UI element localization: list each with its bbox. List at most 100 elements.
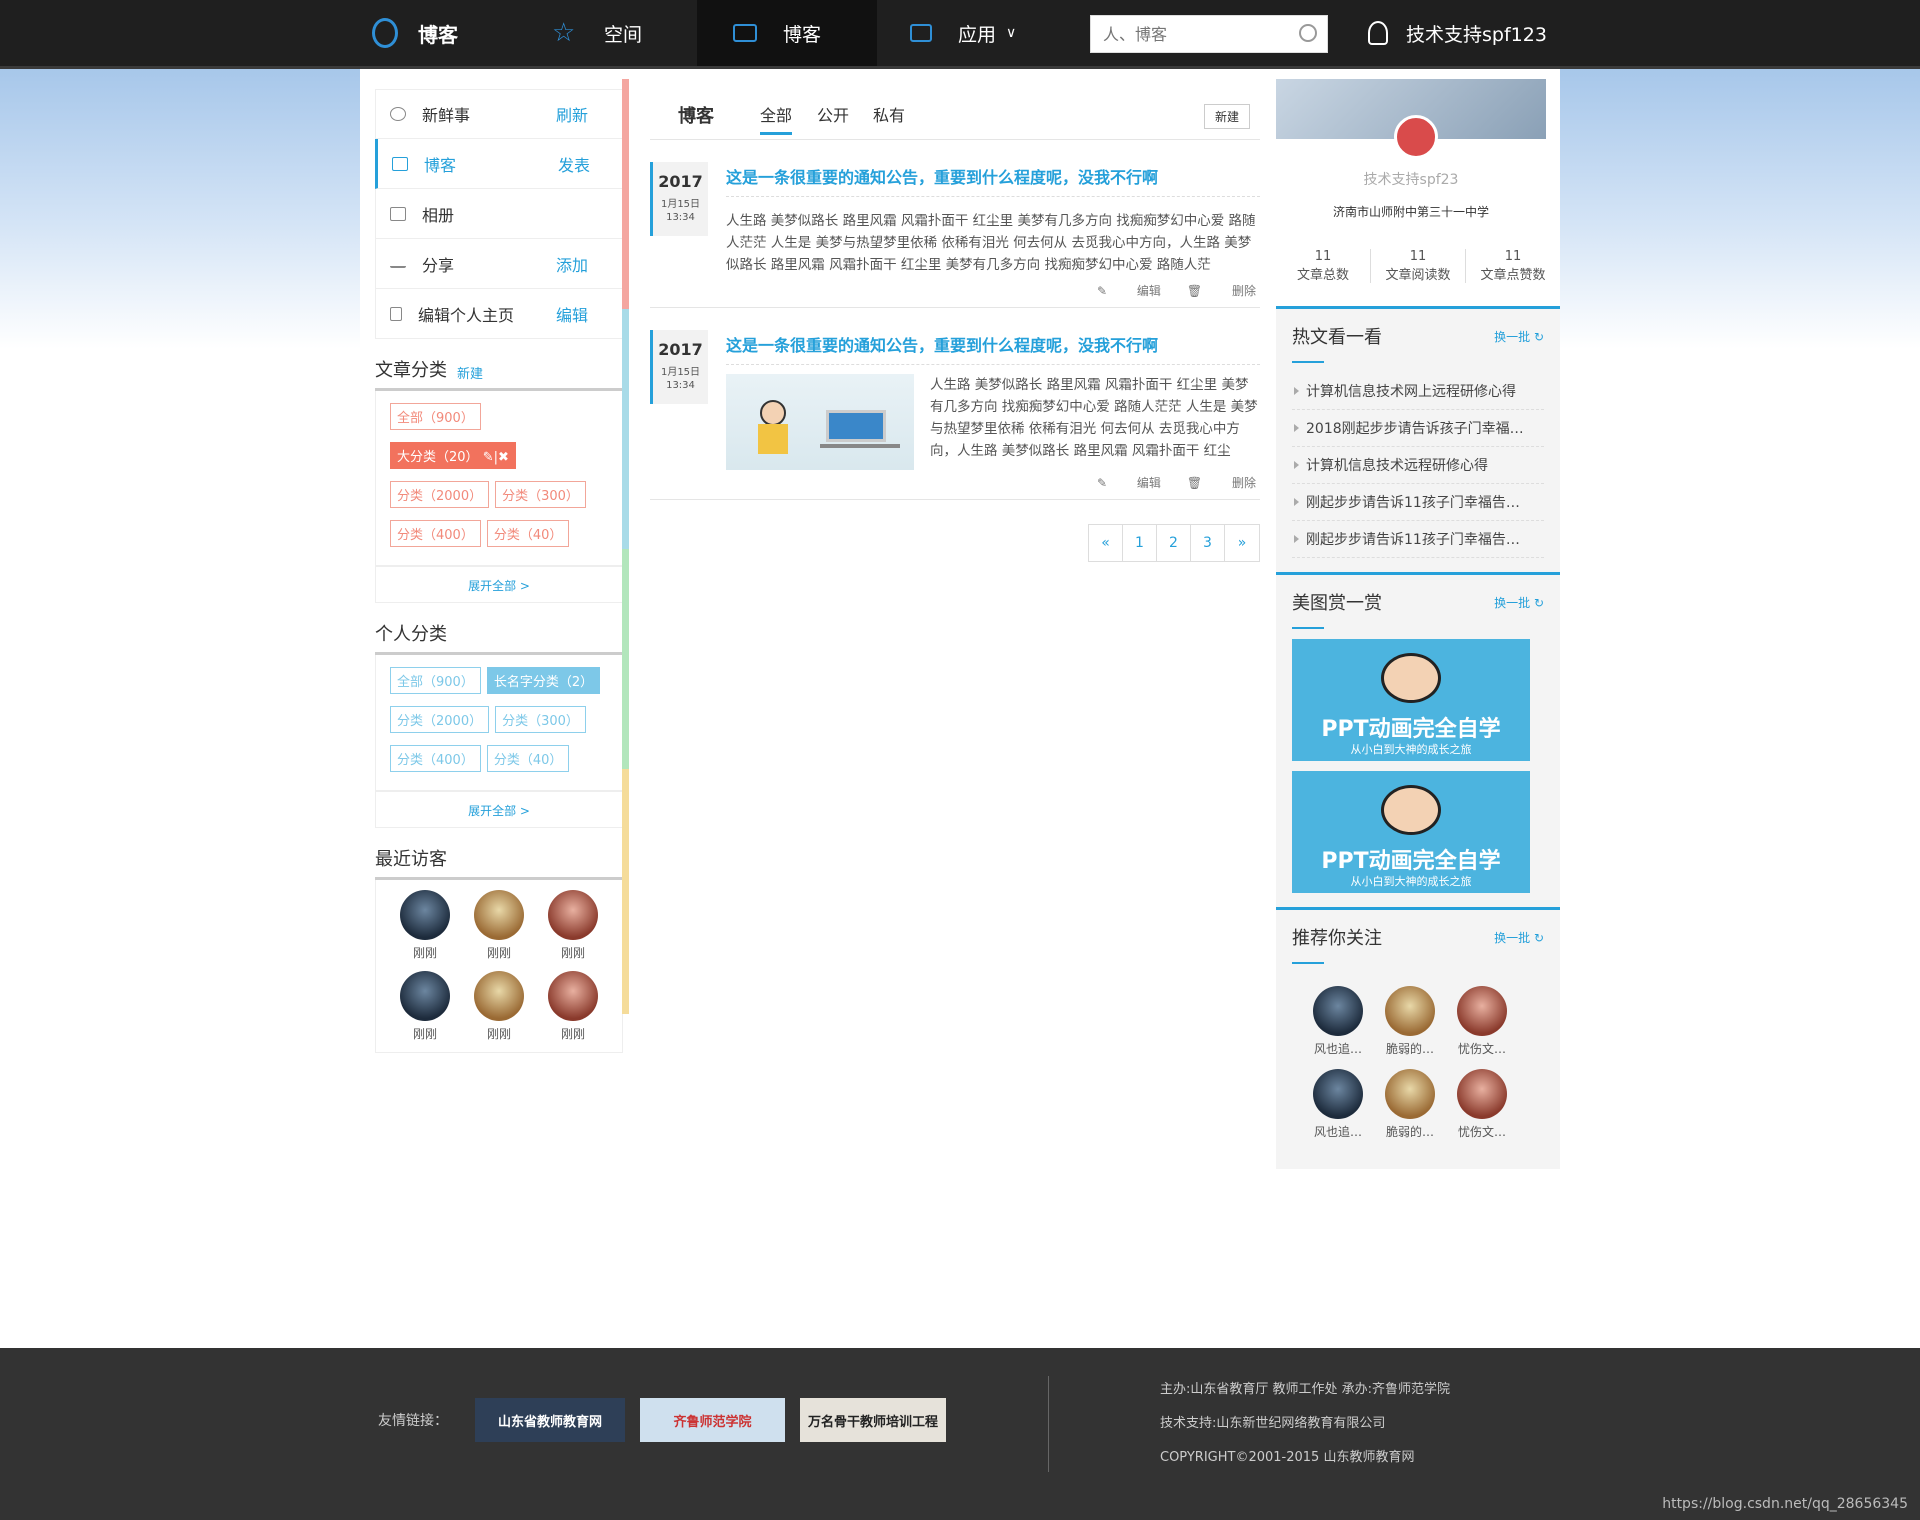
hot-article-link[interactable]: 计算机信息技术远程研修心得	[1292, 447, 1544, 484]
category-tag[interactable]: 全部（900）	[390, 403, 481, 430]
nav-apps[interactable]: 应用 ∨	[910, 0, 1016, 66]
article-category-tags: 全部（900） 大分类（20） ✎|✖ 分类（2000） 分类（300） 分类（40…	[375, 391, 623, 566]
visitor-time: 刚刚	[412, 1027, 437, 1041]
image-icon	[390, 206, 406, 221]
gallery-image[interactable]: PPT动画完全自学 从小白到大神的成长之旅	[1292, 639, 1530, 761]
page-prev[interactable]: «	[1089, 525, 1123, 561]
hot-article-link[interactable]: 刚起步步请告诉11孩子门幸福告…	[1292, 521, 1544, 558]
switch-label: 换一批	[1494, 595, 1531, 610]
user-menu[interactable]: 技术支持spf123	[1368, 0, 1547, 66]
hot-article-link[interactable]: 2018刚起步步请告诉孩子门幸福…	[1292, 410, 1544, 447]
follow-user[interactable]: 脆弱的…	[1374, 1069, 1446, 1140]
logo[interactable]: 博客	[372, 0, 458, 66]
category-tag[interactable]: 全部（900）	[390, 667, 481, 694]
nav-blog[interactable]: 博客	[697, 0, 877, 66]
expand-all-link[interactable]: 展开全部 >	[375, 566, 623, 603]
follow-name: 风也追…	[1313, 1042, 1362, 1056]
hot-article-link[interactable]: 计算机信息技术网上远程研修心得	[1292, 373, 1544, 410]
profile-school: 济南市山师附中第三十一中学	[1332, 205, 1489, 219]
follow-user[interactable]: 忧伤文…	[1446, 1069, 1518, 1140]
post-title[interactable]: 这是一条很重要的通知公告，重要到什么程度呢，没我不行啊	[726, 332, 1260, 365]
close-icon[interactable]: ✖	[498, 450, 509, 465]
follow-user[interactable]: 风也追…	[1302, 1069, 1374, 1140]
switch-batch-button[interactable]: 换一批 ↻	[1494, 328, 1544, 345]
menu-news[interactable]: 新鲜事 刷新	[375, 89, 623, 139]
menu-add-link[interactable]: 添加	[556, 252, 588, 276]
menu-publish-link[interactable]: 发表	[558, 152, 590, 176]
edit-icon[interactable]: ✎	[483, 450, 494, 465]
avatar	[474, 890, 524, 940]
visitor[interactable]: 刚刚	[388, 971, 462, 1042]
menu-label: 博客	[424, 155, 457, 175]
post-date: 2017 1月15日 13:34	[650, 162, 708, 236]
delete-button[interactable]: 🗑 删除	[1187, 284, 1256, 298]
user-icon	[1368, 21, 1388, 45]
visitor[interactable]: 刚刚	[462, 971, 536, 1042]
partner-logo[interactable]: 齐鲁师范学院	[640, 1398, 785, 1442]
page-3[interactable]: 3	[1191, 525, 1225, 561]
expand-all-link[interactable]: 展开全部 >	[375, 791, 623, 828]
menu-refresh-link[interactable]: 刷新	[556, 102, 588, 126]
nav-space[interactable]: ☆ 空间	[552, 0, 642, 66]
category-tag[interactable]: 分类（400）	[390, 520, 481, 547]
edit-label: 编辑	[1136, 284, 1161, 298]
category-tag[interactable]: 分类（300）	[495, 481, 586, 508]
profile-name[interactable]: 技术支持spf23	[1276, 169, 1546, 189]
category-tag[interactable]: 分类（400）	[390, 745, 481, 772]
category-tag[interactable]: 分类（2000）	[390, 481, 490, 508]
edit-button[interactable]: ✎ 编辑	[1097, 284, 1161, 298]
footer-line: 主办:山东省教育厅 教师工作处 承办:齐鲁师范学院	[1160, 1382, 1451, 1397]
follow-user[interactable]: 脆弱的…	[1374, 986, 1446, 1057]
category-tag-active[interactable]: 长名字分类（2）	[486, 667, 601, 694]
edit-button[interactable]: ✎ 编辑	[1097, 476, 1161, 490]
menu-album[interactable]: 相册	[375, 189, 623, 239]
menu-label: 相册	[422, 205, 455, 225]
page-1[interactable]: 1	[1123, 525, 1157, 561]
menu-blog[interactable]: 博客 发表	[375, 139, 623, 189]
section-title: 个人分类	[375, 624, 447, 645]
category-tag-active[interactable]: 大分类（20） ✎|✖	[390, 442, 516, 469]
category-tag[interactable]: 分类（300）	[495, 706, 586, 733]
delete-button[interactable]: 🗑 删除	[1187, 476, 1256, 490]
follow-user[interactable]: 风也追…	[1302, 986, 1374, 1057]
switch-batch-button[interactable]: 换一批 ↻	[1494, 929, 1544, 946]
visitor[interactable]: 刚刚	[536, 971, 610, 1042]
switch-batch-button[interactable]: 换一批 ↻	[1494, 594, 1544, 611]
visitor[interactable]: 刚刚	[536, 890, 610, 961]
category-tag[interactable]: 分类（40）	[486, 520, 570, 547]
search-icon[interactable]	[1299, 24, 1317, 42]
post-day: 1月15日	[660, 367, 701, 378]
visitor[interactable]: 刚刚	[388, 890, 462, 961]
post-item: 2017 1月15日 13:34 这是一条很重要的通知公告，重要到什么程度呢，没我不…	[650, 308, 1260, 500]
stat-reads: 11 文章阅读数	[1371, 249, 1466, 283]
menu-share[interactable]: 分享 添加	[375, 239, 623, 289]
new-post-button[interactable]: 新建	[1203, 104, 1250, 129]
follow-user[interactable]: 忧伤文…	[1446, 986, 1518, 1057]
cartoon-face	[1381, 785, 1441, 835]
box-title: 美图赏一赏	[1292, 593, 1382, 614]
page-2[interactable]: 2	[1157, 525, 1191, 561]
tab-public[interactable]: 公开	[817, 102, 849, 126]
avatar[interactable]	[1394, 115, 1438, 159]
page-next[interactable]: »	[1225, 525, 1259, 561]
tab-all[interactable]: 全部	[760, 102, 793, 135]
tab-private[interactable]: 私有	[873, 102, 905, 126]
gallery-image[interactable]: PPT动画完全自学 从小白到大神的成长之旅	[1292, 771, 1530, 893]
menu-edit-link[interactable]: 编辑	[556, 302, 588, 326]
pagination: « 1 2 3 »	[1088, 524, 1260, 562]
side-menu: 新鲜事 刷新 博客 发表 相册 分享 添加 编辑个人主页 编辑	[375, 89, 623, 339]
partner-logo[interactable]: 山东省教师教育网	[475, 1398, 625, 1442]
visitor[interactable]: 刚刚	[462, 890, 536, 961]
post-thumbnail[interactable]	[726, 374, 914, 470]
partner-logo[interactable]: 万名骨干教师培训工程	[800, 1398, 946, 1442]
box-title: 推荐你关注	[1292, 928, 1382, 949]
menu-edit-home[interactable]: 编辑个人主页 编辑	[375, 289, 623, 339]
avatar	[548, 971, 598, 1021]
hot-article-link[interactable]: 刚起步步请告诉11孩子门幸福告…	[1292, 484, 1544, 521]
new-category-link[interactable]: 新建	[457, 363, 483, 382]
category-tag[interactable]: 分类（40）	[486, 745, 570, 772]
post-title[interactable]: 这是一条很重要的通知公告，重要到什么程度呢，没我不行啊	[726, 164, 1260, 197]
category-tag[interactable]: 分类（2000）	[390, 706, 490, 733]
search-input[interactable]	[1091, 16, 1281, 52]
main-content: 博客 全部 公开 私有 新建 2017 1月15日 13:34 这是一条很重要的通知…	[650, 84, 1260, 562]
